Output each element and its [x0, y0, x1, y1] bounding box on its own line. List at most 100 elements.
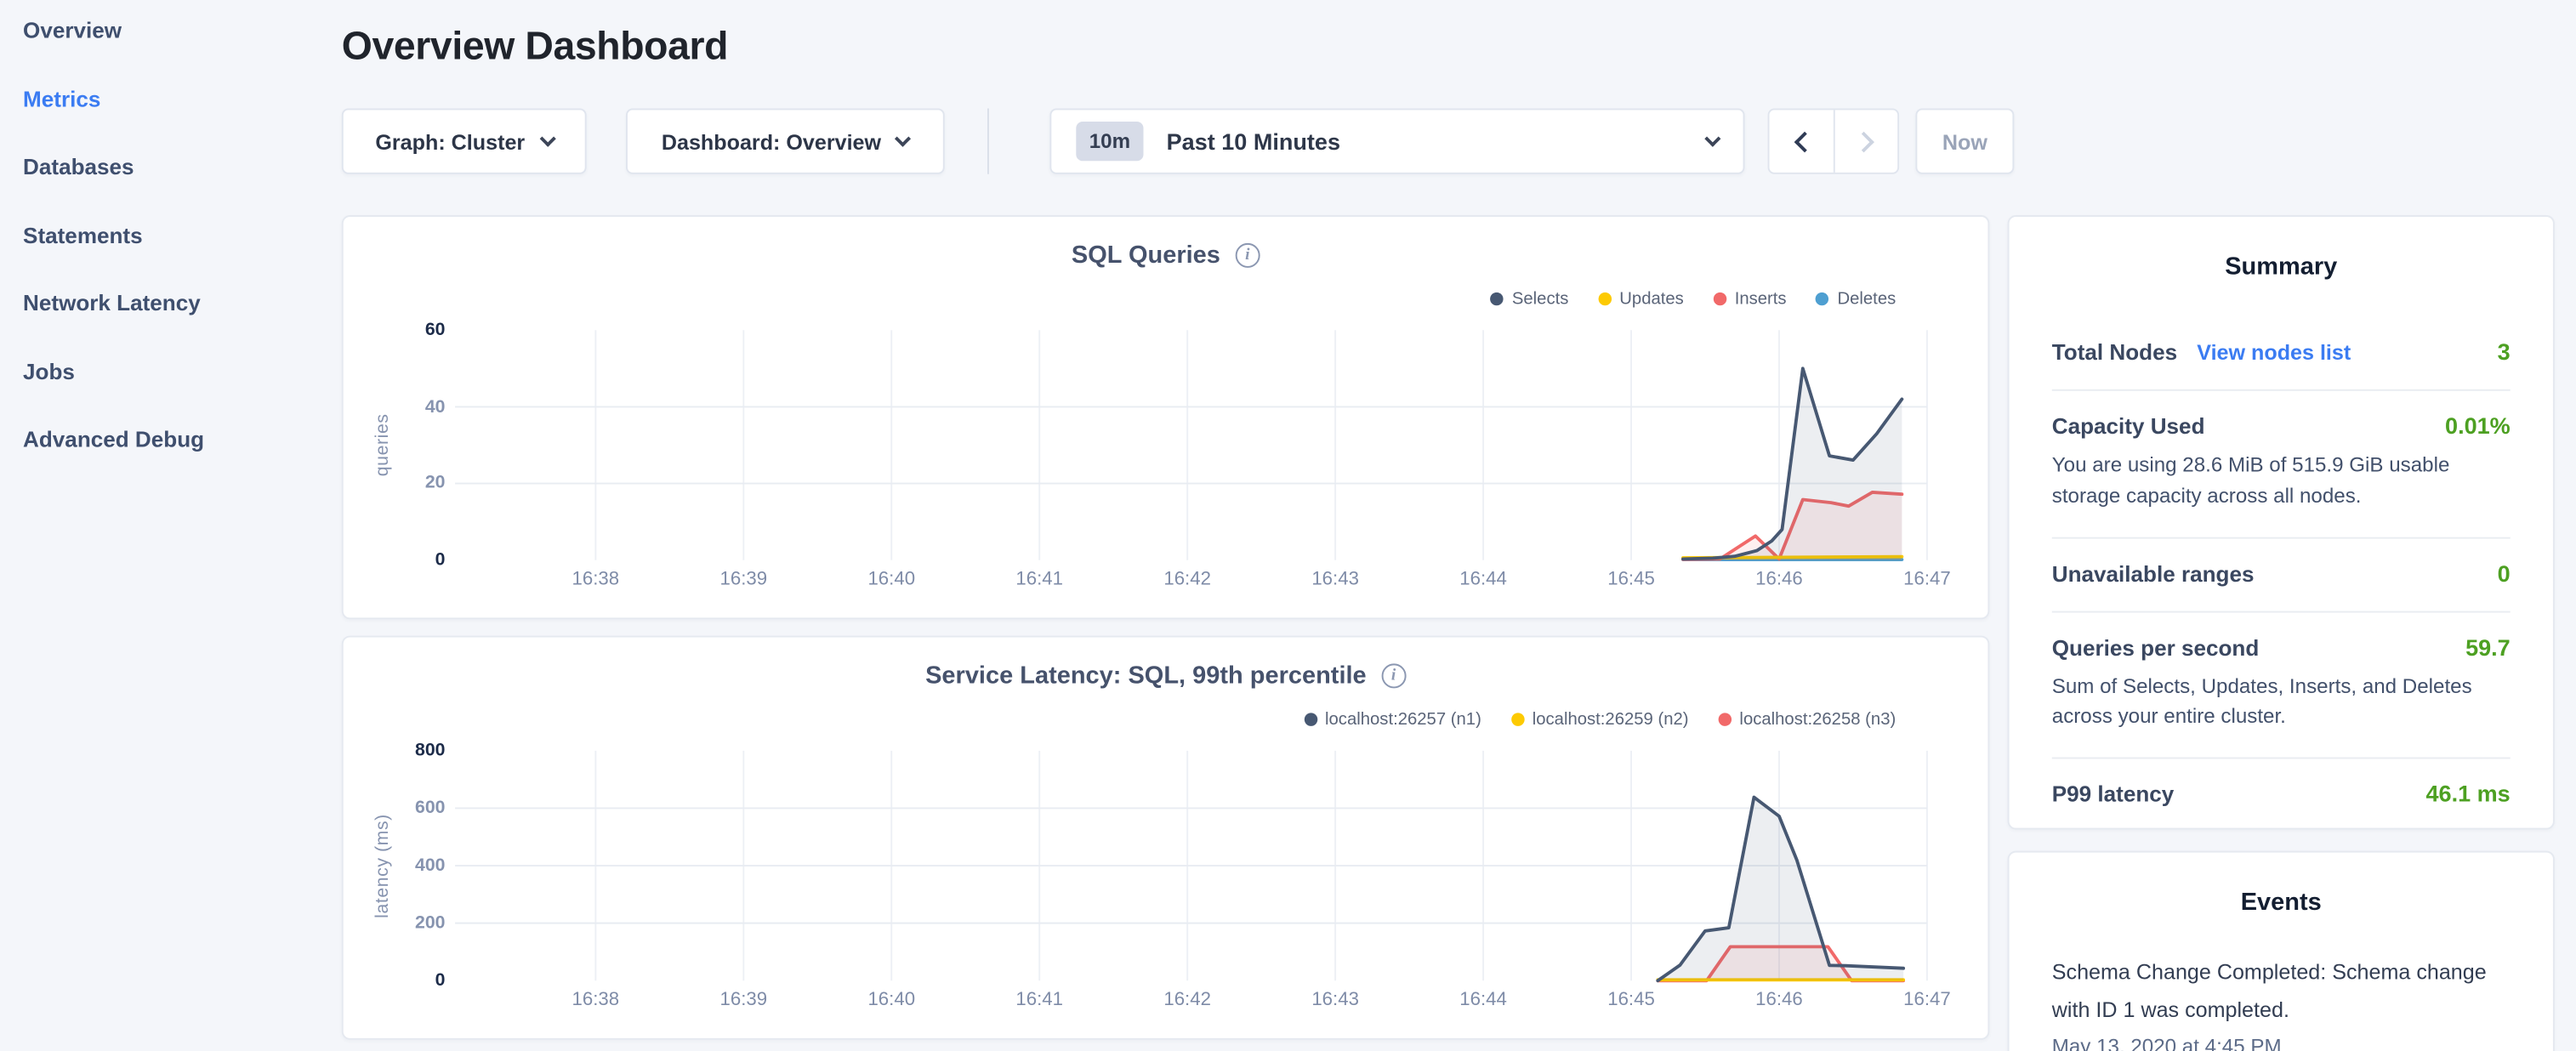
summary-value: 3: [2498, 338, 2511, 365]
summary-label: P99 latency: [2052, 782, 2175, 807]
sidebar-item-jobs[interactable]: Jobs: [23, 361, 319, 383]
chevron-right-icon: [1852, 131, 1874, 152]
event-message: Schema Change Completed: Schema change w…: [2052, 952, 2511, 1029]
legend-label: Selects: [1512, 289, 1569, 309]
sidebar-item-statements[interactable]: Statements: [23, 224, 319, 247]
summary-label: Queries per second: [2052, 635, 2260, 660]
x-tick-label: 16:38: [546, 991, 645, 1010]
summary-description: You are using 28.6 MiB of 515.9 GiB usab…: [2052, 450, 2511, 511]
info-icon[interactable]: i: [1381, 663, 1406, 688]
summary-title: Summary: [2052, 253, 2511, 281]
legend-item: localhost:26257 (n1): [1304, 710, 1481, 730]
service-latency-chart-card: Service Latency: SQL, 99th percentile i …: [342, 636, 1990, 1040]
legend-dot: [1718, 713, 1731, 725]
x-tick-label: 16:45: [1582, 991, 1680, 1010]
now-button[interactable]: Now: [1915, 108, 2014, 173]
event-timestamp: May 13, 2020 at 4:45 PM: [2052, 1035, 2511, 1051]
legend-label: Updates: [1619, 289, 1684, 309]
chevron-down-icon: [896, 130, 912, 146]
x-tick-label: 16:38: [546, 570, 645, 589]
sidebar-item-network-latency[interactable]: Network Latency: [23, 293, 319, 315]
time-nav-buttons: [1768, 108, 1900, 173]
page-title: Overview Dashboard: [342, 25, 728, 71]
legend-label: Inserts: [1735, 289, 1787, 309]
view-nodes-link[interactable]: View nodes list: [2197, 340, 2351, 365]
chevron-down-icon: [1704, 130, 1720, 146]
y-tick-label: 200: [344, 912, 446, 935]
legend-item: localhost:26259 (n2): [1511, 710, 1689, 730]
event-item[interactable]: Schema Change Completed: Schema change w…: [2052, 952, 2511, 1051]
x-tick-label: 16:46: [1730, 991, 1828, 1010]
time-next-button[interactable]: [1834, 110, 1897, 172]
chart-title: Service Latency: SQL, 99th percentile: [925, 662, 1367, 690]
sidebar-item-databases[interactable]: Databases: [23, 156, 319, 179]
x-tick-label: 16:45: [1582, 570, 1680, 589]
legend-label: localhost:26259 (n2): [1533, 710, 1689, 730]
chart-legend: Selects Updates Inserts Deletes: [1491, 289, 1896, 309]
legend-item: Updates: [1598, 289, 1684, 309]
chevron-down-icon: [539, 130, 555, 146]
toolbar-divider: [987, 108, 989, 173]
summary-label: Capacity Used: [2052, 414, 2205, 439]
summary-label: Total Nodes: [2052, 340, 2177, 365]
chart-title-row: Service Latency: SQL, 99th percentile i: [344, 662, 1988, 690]
x-tick-label: 16:41: [990, 991, 1089, 1010]
chart-title-row: SQL Queries i: [344, 241, 1988, 270]
summary-row-capacity-used: Capacity Used 0.01% You are using 28.6 M…: [2052, 391, 2511, 538]
y-tick-label: 800: [344, 739, 446, 762]
x-tick-label: 16:42: [1138, 570, 1237, 589]
y-tick-label: 400: [344, 855, 446, 878]
time-window-label: Past 10 Minutes: [1167, 128, 1340, 155]
x-tick-label: 16:39: [694, 570, 793, 589]
chart-title: SQL Queries: [1072, 241, 1220, 270]
x-tick-label: 16:44: [1434, 991, 1533, 1010]
x-tick-label: 16:43: [1286, 570, 1385, 589]
now-button-label: Now: [1942, 129, 1987, 154]
legend-item: localhost:26258 (n3): [1718, 710, 1896, 730]
summary-label: Unavailable ranges: [2052, 561, 2255, 586]
x-tick-label: 16:40: [842, 991, 941, 1010]
chart-plot[interactable]: [455, 330, 1927, 560]
x-tick-label: 16:41: [990, 570, 1089, 589]
y-tick-label: 0: [344, 548, 446, 571]
legend-item: Selects: [1491, 289, 1569, 309]
summary-row-p99-latency: P99 latency 46.1 ms: [2052, 758, 2511, 829]
y-tick-label: 40: [344, 395, 446, 418]
sidebar-item-metrics[interactable]: Metrics: [23, 88, 319, 111]
chart-plot[interactable]: [455, 751, 1927, 980]
x-tick-label: 16:43: [1286, 991, 1385, 1010]
y-tick-label: 20: [344, 472, 446, 495]
legend-dot: [1304, 713, 1316, 725]
sidebar-item-advanced-debug[interactable]: Advanced Debug: [23, 429, 319, 452]
sidebar-item-overview[interactable]: Overview: [23, 20, 319, 43]
time-window-badge: 10m: [1076, 122, 1143, 161]
time-range-dropdown[interactable]: 10m Past 10 Minutes: [1049, 108, 1744, 173]
legend-item: Deletes: [1816, 289, 1896, 309]
chevron-left-icon: [1794, 131, 1816, 152]
summary-value: 46.1 ms: [2425, 781, 2510, 807]
graph-dropdown[interactable]: Graph: Cluster: [342, 108, 587, 173]
legend-label: localhost:26257 (n1): [1325, 710, 1481, 730]
summary-row-total-nodes: Total Nodes View nodes list 3: [2052, 317, 2511, 391]
sql-queries-chart-card: SQL Queries i Selects Updates Inserts Delet…: [342, 215, 1990, 619]
time-prev-button[interactable]: [1770, 110, 1834, 172]
y-axis-label: queries: [373, 330, 393, 560]
legend-dot: [1491, 293, 1504, 305]
dashboard-dropdown-label: Dashboard: Overview: [662, 129, 881, 154]
summary-row-queries-per-second: Queries per second 59.7 Sum of Selects, …: [2052, 612, 2511, 759]
legend-label: Deletes: [1837, 289, 1896, 309]
events-panel: Events Schema Change Completed: Schema c…: [2008, 851, 2555, 1051]
x-tick-label: 16:47: [1878, 991, 1976, 1010]
y-tick-label: 600: [344, 797, 446, 820]
legend-dot: [1816, 293, 1828, 305]
summary-value: 0: [2498, 560, 2511, 586]
info-icon[interactable]: i: [1235, 243, 1260, 268]
dashboard-dropdown[interactable]: Dashboard: Overview: [626, 108, 945, 173]
summary-row-unavailable-ranges: Unavailable ranges 0: [2052, 538, 2511, 612]
graph-dropdown-label: Graph: Cluster: [375, 129, 525, 154]
legend-dot: [1598, 293, 1611, 305]
x-tick-label: 16:42: [1138, 991, 1237, 1010]
legend-dot: [1511, 713, 1524, 725]
x-tick-label: 16:47: [1878, 570, 1976, 589]
x-tick-label: 16:39: [694, 991, 793, 1010]
